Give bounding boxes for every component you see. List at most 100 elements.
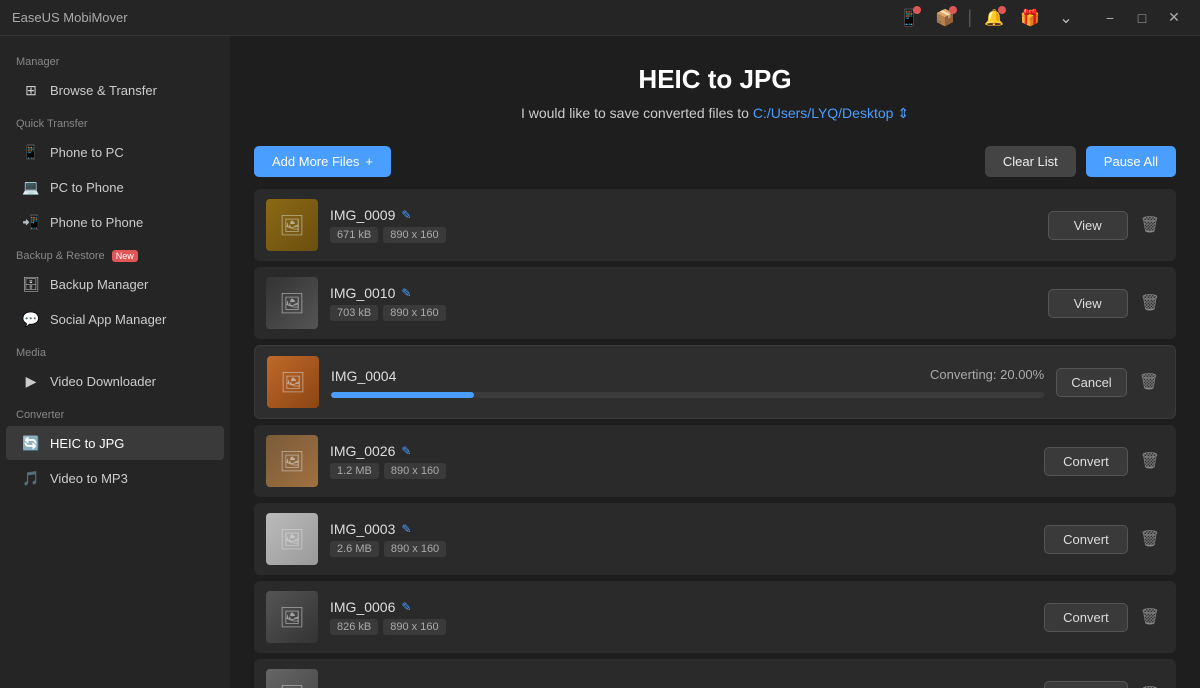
- delete-button[interactable]: 🗑: [1136, 525, 1164, 553]
- delete-button[interactable]: 🗑: [1136, 603, 1164, 631]
- progress-bar-bg: [331, 392, 1044, 398]
- main-layout: Manager ⊞ Browse & Transfer Quick Transf…: [0, 36, 1200, 688]
- path-arrow: ⇕: [897, 105, 909, 121]
- sidebar: Manager ⊞ Browse & Transfer Quick Transf…: [0, 36, 230, 688]
- size-tag: 826 kB: [330, 619, 378, 635]
- file-info: IMG_0026 ✎ 1.2 MB890 x 160: [330, 443, 1032, 479]
- minimize-button[interactable]: −: [1096, 4, 1124, 32]
- dimensions-tag: 890 x 160: [383, 227, 445, 243]
- device-badge: [913, 6, 921, 14]
- file-name: IMG_0009: [330, 207, 395, 223]
- sidebar-item-pc-to-phone[interactable]: 💻 PC to Phone: [6, 170, 224, 204]
- clear-list-button[interactable]: Clear List: [985, 146, 1076, 177]
- file-tags: 703 kB890 x 160: [330, 305, 1036, 321]
- file-thumbnail: 🖼: [266, 199, 318, 251]
- transfer-icon[interactable]: 📦: [931, 4, 959, 32]
- file-thumbnail: 🖼: [266, 669, 318, 688]
- file-tags: 1.2 MB890 x 160: [330, 463, 1032, 479]
- sidebar-item-label: Browse & Transfer: [50, 83, 157, 98]
- sidebar-item-label: Video Downloader: [50, 374, 156, 389]
- sidebar-item-heic-to-jpg[interactable]: 🔄 HEIC to JPG: [6, 426, 224, 460]
- file-actions: View 🗑: [1048, 211, 1164, 240]
- convert-button[interactable]: Convert: [1044, 681, 1128, 688]
- file-info: IMG_0009 ✎ 671 kB 890 x 160: [330, 207, 1036, 243]
- delete-button[interactable]: 🗑: [1135, 368, 1163, 396]
- dropdown-icon[interactable]: ⌄: [1052, 4, 1080, 32]
- sidebar-item-video-downloader[interactable]: ▶ Video Downloader: [6, 364, 224, 398]
- file-info: IMG_0010 ✎ 703 kB890 x 160: [330, 285, 1036, 321]
- section-converter: Converter: [0, 399, 230, 425]
- separator: |: [967, 7, 972, 28]
- video-dl-icon: ▶: [22, 372, 40, 390]
- sidebar-item-label: Social App Manager: [50, 312, 166, 327]
- device-icon[interactable]: 📱: [895, 4, 923, 32]
- cancel-button[interactable]: Cancel: [1056, 368, 1126, 397]
- file-info: IMG_0006 ✎ 826 kB890 x 160: [330, 599, 1032, 635]
- file-list: 🖼 IMG_0009 ✎ 671 kB890 x 160View🗑🖼 IMG_0…: [230, 189, 1200, 688]
- section-manager: Manager: [0, 46, 230, 72]
- app-title: EaseUS MobiMover: [12, 10, 128, 25]
- file-tags: 671 kB 890 x 160: [330, 227, 1036, 243]
- convert-button[interactable]: Convert: [1044, 447, 1128, 476]
- edit-icon[interactable]: ✎: [401, 286, 411, 300]
- sidebar-item-label: Backup Manager: [50, 277, 148, 292]
- file-info: IMG_0004Converting: 20.00%: [331, 367, 1044, 398]
- file-actions: Cancel 🗑: [1056, 368, 1163, 397]
- plus-icon: +: [365, 154, 373, 169]
- maximize-button[interactable]: □: [1128, 4, 1156, 32]
- sidebar-item-label: Phone to Phone: [50, 215, 143, 230]
- dimensions-tag: 890 x 160: [384, 463, 446, 479]
- sidebar-item-phone-to-pc[interactable]: 📱 Phone to PC: [6, 135, 224, 169]
- save-path-link[interactable]: C:/Users/LYQ/Desktop: [753, 105, 894, 121]
- edit-icon[interactable]: ✎: [401, 600, 411, 614]
- file-thumbnail: 🖼: [266, 513, 318, 565]
- edit-icon[interactable]: ✎: [401, 208, 411, 222]
- file-info: IMG_0003 ✎ 2.6 MB890 x 160: [330, 521, 1032, 557]
- add-label: Add More Files: [272, 154, 359, 169]
- delete-button[interactable]: 🗑: [1136, 447, 1164, 475]
- file-tags: 2.6 MB890 x 160: [330, 541, 1032, 557]
- table-row: 🖼 IMG_0003 ✎ 2.6 MB890 x 160 Convert 🗑: [254, 503, 1176, 575]
- gift-icon[interactable]: 🎁: [1016, 4, 1044, 32]
- content-header: HEIC to JPG I would like to save convert…: [230, 36, 1200, 138]
- file-thumbnail: 🖼: [266, 591, 318, 643]
- toolbar: Add More Files + Clear List Pause All: [230, 138, 1200, 189]
- content-area: HEIC to JPG I would like to save convert…: [230, 36, 1200, 688]
- sidebar-item-label: Phone to PC: [50, 145, 124, 160]
- phone-to-pc-icon: 📱: [22, 143, 40, 161]
- file-name: IMG_0010: [330, 285, 395, 301]
- bell-icon[interactable]: 🔔: [980, 4, 1008, 32]
- file-name: IMG_0004: [331, 368, 396, 384]
- file-actions: Convert 🗑: [1044, 447, 1164, 476]
- new-badge: New: [112, 250, 138, 262]
- table-row: 🖼 IMG_0026 ✎ 1.2 MB890 x 160Convert🗑: [254, 425, 1176, 497]
- file-thumbnail: 🖼: [266, 277, 318, 329]
- sidebar-item-social-app-manager[interactable]: 💬 Social App Manager: [6, 302, 224, 336]
- edit-icon[interactable]: ✎: [401, 444, 411, 458]
- table-row: 🖼 IMG_0010 ✎ 703 kB890 x 160 View 🗑: [254, 267, 1176, 339]
- delete-button[interactable]: 🗑: [1136, 211, 1164, 239]
- convert-button[interactable]: Convert: [1044, 603, 1128, 632]
- pause-all-button[interactable]: Pause All: [1086, 146, 1176, 177]
- file-actions: View 🗑: [1048, 289, 1164, 318]
- delete-button[interactable]: 🗑: [1136, 289, 1164, 317]
- convert-button[interactable]: Convert: [1044, 525, 1128, 554]
- table-row: 🖼 IMG_0005 ✎ Convert🗑: [254, 659, 1176, 688]
- sidebar-item-phone-to-phone[interactable]: 📲 Phone to Phone: [6, 205, 224, 239]
- delete-button[interactable]: 🗑: [1136, 681, 1164, 688]
- table-row: 🖼 IMG_0009 ✎ 671 kB 890 x 160 View 🗑: [254, 189, 1176, 261]
- close-button[interactable]: ✕: [1160, 4, 1188, 32]
- sidebar-item-video-to-mp3[interactable]: 🎵 Video to MP3: [6, 461, 224, 495]
- section-quick-transfer: Quick Transfer: [0, 108, 230, 134]
- transfer-badge: [949, 6, 957, 14]
- file-name: IMG_0003: [330, 521, 395, 537]
- sidebar-item-backup-manager[interactable]: 🗄 Backup Manager: [6, 267, 224, 301]
- view-button[interactable]: View: [1048, 289, 1128, 318]
- size-tag: 671 kB: [330, 227, 378, 243]
- sidebar-item-browse-transfer[interactable]: ⊞ Browse & Transfer: [6, 73, 224, 107]
- view-button[interactable]: View: [1048, 211, 1128, 240]
- title-bar-right: 📱 📦 | 🔔 🎁 ⌄ − □ ✕: [895, 4, 1188, 32]
- backup-icon: 🗄: [22, 275, 40, 293]
- edit-icon[interactable]: ✎: [401, 522, 411, 536]
- add-files-button[interactable]: Add More Files +: [254, 146, 391, 177]
